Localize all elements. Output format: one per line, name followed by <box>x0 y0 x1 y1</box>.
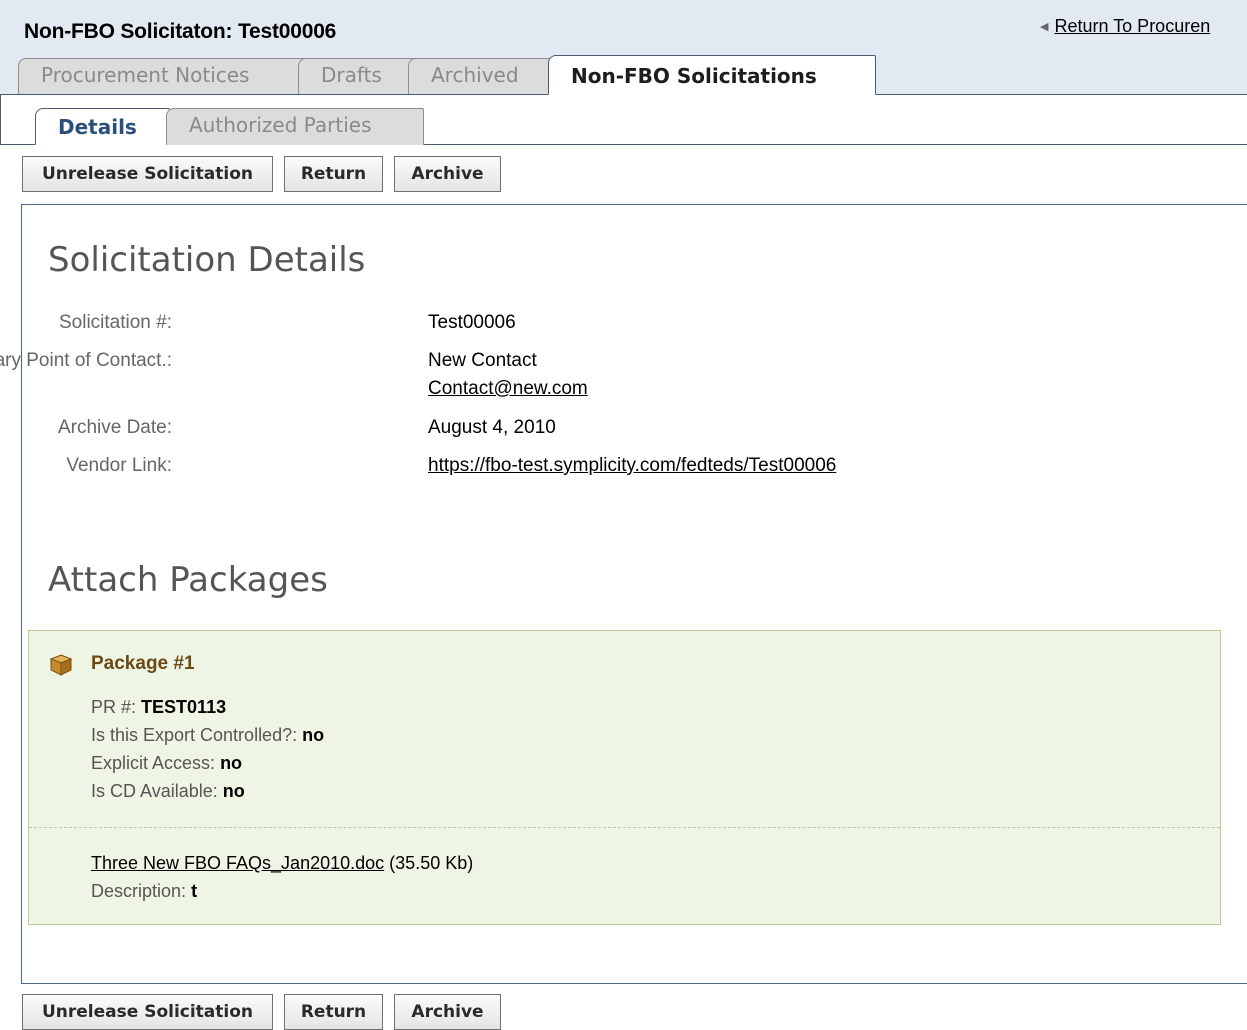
return-button-bottom[interactable]: Return <box>284 994 383 1030</box>
tab-drafts[interactable]: Drafts <box>298 58 420 94</box>
explicit-access-value: no <box>220 753 243 773</box>
archive-button[interactable]: Archive <box>394 156 501 192</box>
export-controlled-label: Is this Export Controlled?: <box>91 725 298 745</box>
archive-button-bottom[interactable]: Archive <box>394 994 501 1030</box>
pr-number-value: TEST0113 <box>141 697 227 717</box>
package-title: Package #1 <box>91 653 195 674</box>
pr-number-row: PR #: TEST0113 <box>91 697 226 718</box>
cd-available-row: Is CD Available: no <box>91 781 245 802</box>
cd-available-value: no <box>222 781 245 801</box>
description-row: Description: t <box>91 881 197 902</box>
description-label: Description: <box>91 881 187 901</box>
attachment-row: Three New FBO FAQs_Jan2010.doc (35.50 Kb… <box>91 853 473 874</box>
return-button[interactable]: Return <box>284 156 383 192</box>
subtab-details[interactable]: Details <box>35 108 170 145</box>
export-controlled-row: Is this Export Controlled?: no <box>91 725 324 746</box>
unrelease-solicitation-button-bottom[interactable]: Unrelease Solicitation <box>22 994 273 1030</box>
contact-label: Primary Point of Contact.: <box>0 350 172 371</box>
vendor-link[interactable]: https://fbo-test.symplicity.com/fedteds/… <box>428 455 836 477</box>
explicit-access-row: Explicit Access: no <box>91 753 242 774</box>
export-controlled-value: no <box>302 725 325 745</box>
attach-packages-heading: Attach Packages <box>48 560 328 600</box>
tab-procurement-notices[interactable]: Procurement Notices <box>18 58 313 94</box>
left-triangle-icon: ◀ <box>1040 21 1049 33</box>
page-title: Non-FBO Solicitaton: Test00006 <box>24 20 337 43</box>
unrelease-solicitation-button[interactable]: Unrelease Solicitation <box>22 156 273 192</box>
return-to-procurement-link[interactable]: ◀ Return To Procuren <box>1040 16 1210 37</box>
archive-date-label: Archive Date: <box>57 417 172 438</box>
explicit-access-label: Explicit Access: <box>91 753 216 773</box>
vendor-link-label: Vendor Link: <box>66 455 172 476</box>
solicitation-number-value: Test00006 <box>428 312 516 333</box>
archive-date-value: August 4, 2010 <box>428 417 556 438</box>
contact-email-link[interactable]: Contact@new.com <box>428 378 588 400</box>
left-border <box>0 95 1 145</box>
cd-available-label: Is CD Available: <box>91 781 218 801</box>
tab-non-fbo-solicitations[interactable]: Non-FBO Solicitations <box>548 55 876 95</box>
solicitation-details-heading: Solicitation Details <box>48 240 366 280</box>
package-box-icon <box>49 654 73 676</box>
subtab-authorized-parties[interactable]: Authorized Parties <box>166 108 424 145</box>
solicitation-number-label: Solicitation #: <box>58 312 172 333</box>
pr-number-label: PR #: <box>91 697 137 717</box>
contact-name: New Contact <box>428 350 537 371</box>
package-divider <box>29 827 1220 828</box>
tab-archived[interactable]: Archived <box>408 58 554 94</box>
description-value: t <box>191 881 198 901</box>
return-link-label: Return To Procuren <box>1054 16 1211 36</box>
package-card: Package #1 PR #: TEST0113 Is this Export… <box>28 630 1221 925</box>
attachment-file-link[interactable]: Three New FBO FAQs_Jan2010.doc <box>91 853 384 873</box>
attachment-file-size: (35.50 Kb) <box>389 853 474 873</box>
